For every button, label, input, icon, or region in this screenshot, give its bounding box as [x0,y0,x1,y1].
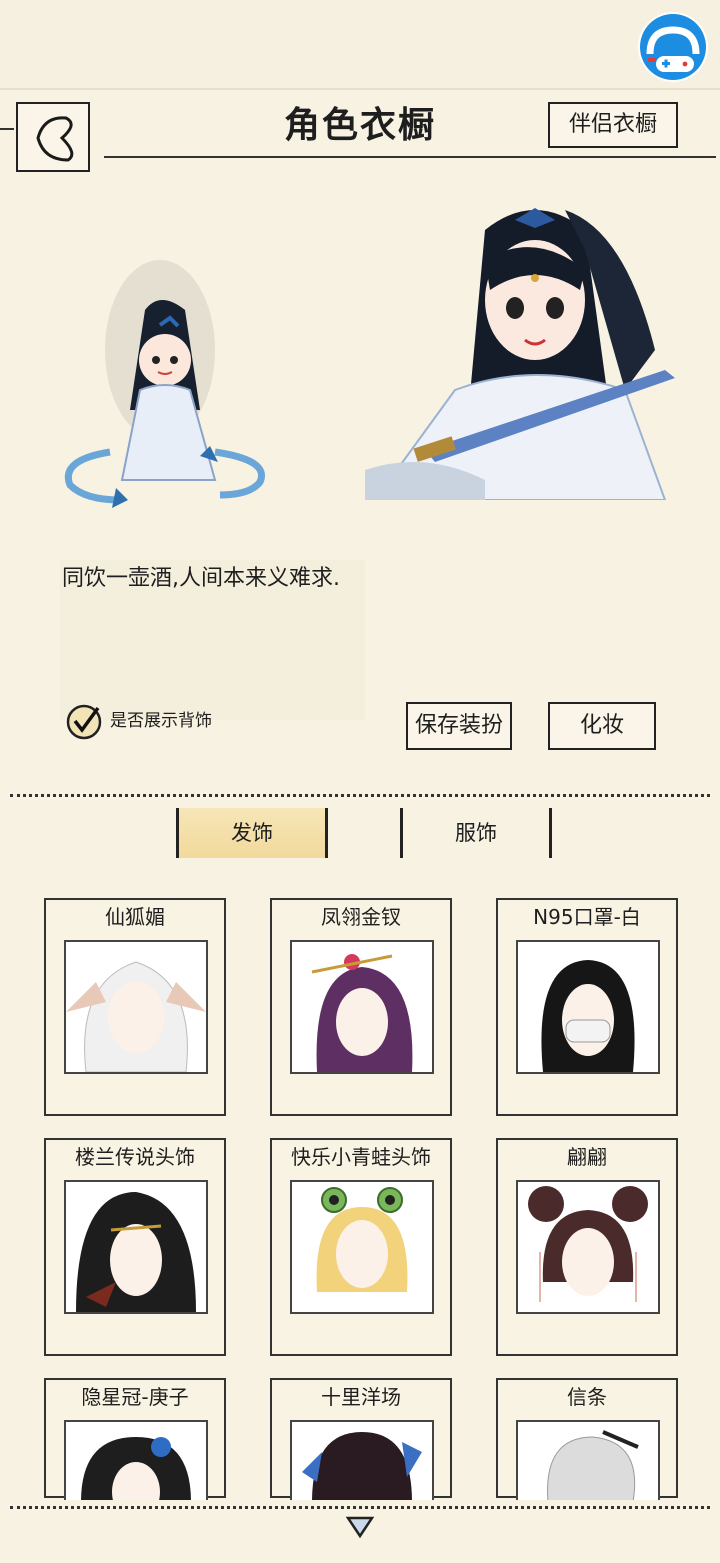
item-card[interactable]: 十里洋场 [270,1378,452,1500]
show-back-accessory-label: 是否展示背饰 [110,711,212,731]
item-card[interactable]: 仙狐媚 [44,898,226,1116]
tab-hair-label: 发饰 [231,821,273,845]
item-thumbnail [290,1420,434,1500]
item-name: 快乐小青蛙头饰 [291,1145,431,1169]
item-thumbnail [64,940,208,1074]
item-thumbnail [290,940,434,1074]
item-thumbnail [64,1420,208,1500]
item-card[interactable]: N95口罩-白 [496,898,678,1116]
rotate-arrows-icon[interactable] [50,440,280,510]
item-thumbnail [290,1180,434,1314]
save-outfit-button[interactable]: 保存装扮 [406,702,512,750]
mask-hair-icon [541,960,635,1072]
checkmark-icon [66,704,102,740]
status-bar-area [0,0,720,90]
item-card[interactable]: 快乐小青蛙头饰 [270,1138,452,1356]
item-name: 凤翎金钗 [321,905,401,929]
item-card[interactable]: 凤翎金钗 [270,898,452,1116]
item-name: 信条 [567,1385,607,1409]
creed-hair-icon [547,1430,639,1500]
tab-clothing-label: 服饰 [455,821,497,845]
app-logo-icon[interactable] [636,10,710,84]
phoenix-hairpin-icon [311,954,413,1072]
back-button[interactable] [16,102,90,172]
item-name: 仙狐媚 [105,905,165,929]
frog-headband-icon [316,1187,408,1292]
header-rule-left [0,128,14,130]
page-title: 角色衣橱 [283,105,436,146]
item-thumbnail [516,1420,660,1500]
tab-hair-accessory[interactable]: 发饰 [176,808,328,858]
header-rule [104,156,716,158]
section-divider-top [10,794,710,797]
item-name: 十里洋场 [321,1385,401,1409]
item-card[interactable]: 楼兰传说头饰 [44,1138,226,1356]
companion-wardrobe-button[interactable]: 伴侣衣橱 [548,102,678,148]
item-name: 翩翩 [567,1145,607,1169]
item-thumbnail [516,1180,660,1314]
item-name: 楼兰传说头饰 [75,1145,195,1169]
show-back-accessory-checkbox[interactable] [66,704,102,740]
character-chibi-preview[interactable] [50,250,280,520]
tab-clothing[interactable]: 服饰 [400,808,552,858]
item-thumbnail [516,940,660,1074]
item-name: 隐星冠-庚子 [81,1385,189,1409]
character-description: 同饮一壶酒,人间本来义难求. [62,566,340,591]
loulan-headdress-icon [76,1192,196,1312]
item-name: N95口罩-白 [533,905,641,929]
makeup-button[interactable]: 化妆 [548,702,656,750]
header-divider [0,88,720,90]
shanghai-hair-icon [302,1432,422,1500]
item-thumbnail [64,1180,208,1314]
item-card[interactable]: 信条 [496,1378,678,1500]
item-card[interactable]: 隐星冠-庚子 [44,1378,226,1500]
twin-buns-icon [528,1186,648,1302]
scroll-down-icon[interactable] [345,1516,375,1539]
character-portrait [365,190,685,501]
fox-ear-hair-icon [66,961,206,1072]
item-card[interactable]: 翩翩 [496,1138,678,1356]
star-crown-icon [81,1437,191,1500]
back-arrow-icon [36,116,74,162]
section-divider-bottom [10,1506,710,1509]
